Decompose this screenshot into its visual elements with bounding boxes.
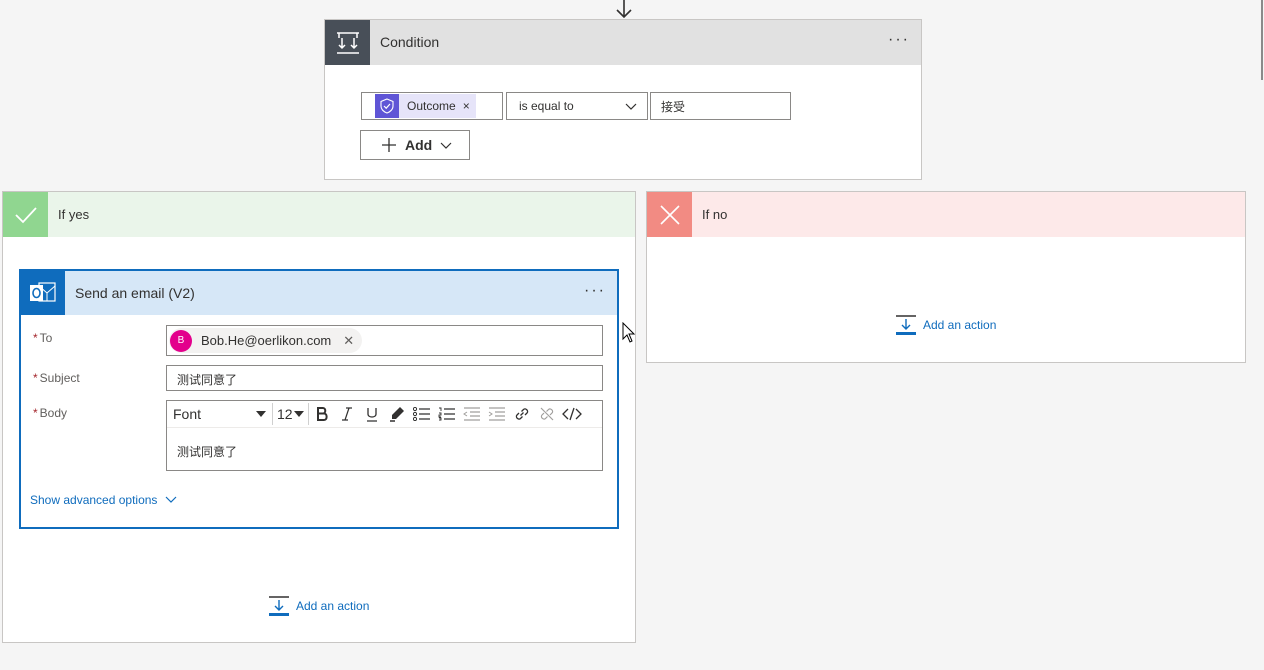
numbered-list-button[interactable] [434,403,459,425]
avatar: B [170,329,192,352]
highlight-button[interactable] [384,403,409,425]
add-action-icon [269,596,289,616]
numbered-list-icon [438,407,455,421]
close-icon [647,192,692,237]
font-select[interactable]: Font [167,403,273,425]
bold-icon [316,407,328,421]
send-email-title: Send an email (V2) [75,285,195,301]
highlight-icon [389,407,404,422]
subject-field[interactable]: 测试同意了 [166,365,603,391]
required-mark: * [33,371,38,385]
if-yes-header[interactable]: If yes [3,192,635,237]
underline-icon [366,407,377,422]
check-icon [3,192,48,237]
link-button[interactable] [509,403,534,425]
add-label: Add [405,137,433,153]
code-view-button[interactable] [559,403,584,425]
outdent-button[interactable] [459,403,484,425]
subject-value: 测试同意了 [177,373,238,387]
send-email-more-button[interactable]: ··· [583,283,607,301]
add-condition-button[interactable]: Add [360,130,470,160]
condition-more-button[interactable]: ··· [887,32,911,50]
font-size-value: 12 [277,406,293,422]
condition-operator-select[interactable]: is equal to [506,92,648,120]
send-email-card: Send an email (V2) ··· * To B Bob.He@oerl… [19,269,619,529]
operator-value: is equal to [519,99,574,113]
outlook-icon [21,271,65,315]
recipient-label: Bob.He@oerlikon.com [201,333,332,348]
condition-card: Condition ··· Outcome × is equal to 接受 A… [324,19,922,180]
canvas-scrollbar[interactable] [1261,0,1263,80]
if-no-branch: If no Add an action [646,191,1246,363]
condition-title: Condition [380,34,440,50]
font-select-value: Font [173,406,202,422]
right-operand-value: 接受 [661,100,686,114]
condition-right-operand[interactable]: 接受 [650,92,791,120]
approval-icon [375,94,399,118]
bullet-list-icon [412,407,430,421]
show-advanced-options-link[interactable]: Show advanced options [30,493,177,507]
italic-icon [341,407,352,421]
body-label: * Body [33,406,68,420]
arrow-down-icon [616,0,632,19]
italic-button[interactable] [334,403,359,425]
if-no-header[interactable]: If no [647,192,1245,237]
indent-button[interactable] [484,403,509,425]
subject-label: * Subject [33,371,80,385]
send-email-header[interactable]: Send an email (V2) ··· [21,271,617,315]
add-action-icon [896,315,916,335]
outcome-token-label: Outcome [407,99,456,113]
recipient-remove-button[interactable]: ✕ [343,333,354,349]
underline-button[interactable] [359,403,384,425]
required-mark: * [33,406,38,420]
show-advanced-options-label: Show advanced options [30,493,158,507]
caret-down-icon [294,411,304,417]
caret-down-icon [256,411,266,417]
outcome-token-remove-button[interactable]: × [463,99,470,113]
if-no-add-action-label: Add an action [923,318,997,332]
recipient-chip[interactable]: B Bob.He@oerlikon.com ✕ [169,328,363,353]
bold-button[interactable] [309,403,334,425]
mouse-cursor-icon [622,322,636,343]
indent-icon [488,407,505,421]
font-size-select[interactable]: 12 [273,403,309,425]
if-yes-add-action-label: Add an action [296,599,370,613]
condition-header[interactable]: Condition ··· [325,20,921,65]
chevron-down-icon [625,103,637,110]
body-editor[interactable]: Font 12 测试同意了 [166,400,603,471]
rich-text-toolbar: Font 12 [167,401,602,428]
if-yes-title: If yes [58,207,90,222]
to-label: * To [33,331,53,345]
unlink-icon [540,407,553,421]
code-view-icon [561,407,582,421]
bullet-list-button[interactable] [409,403,434,425]
outdent-icon [462,407,480,421]
required-mark: * [33,331,38,345]
body-value: 测试同意了 [177,445,238,459]
to-field[interactable]: B Bob.He@oerlikon.com ✕ [166,325,603,356]
if-no-add-action-button[interactable]: Add an action [895,314,996,336]
if-no-title: If no [702,207,728,222]
condition-icon [325,20,370,65]
chevron-down-icon [166,496,177,503]
unlink-button[interactable] [534,403,559,425]
link-icon [515,408,528,420]
plus-icon [382,138,396,152]
outcome-token[interactable]: Outcome × [375,94,476,118]
condition-left-operand[interactable]: Outcome × [361,92,503,120]
chevron-down-icon [440,142,452,149]
if-yes-add-action-button[interactable]: Add an action [268,595,369,617]
